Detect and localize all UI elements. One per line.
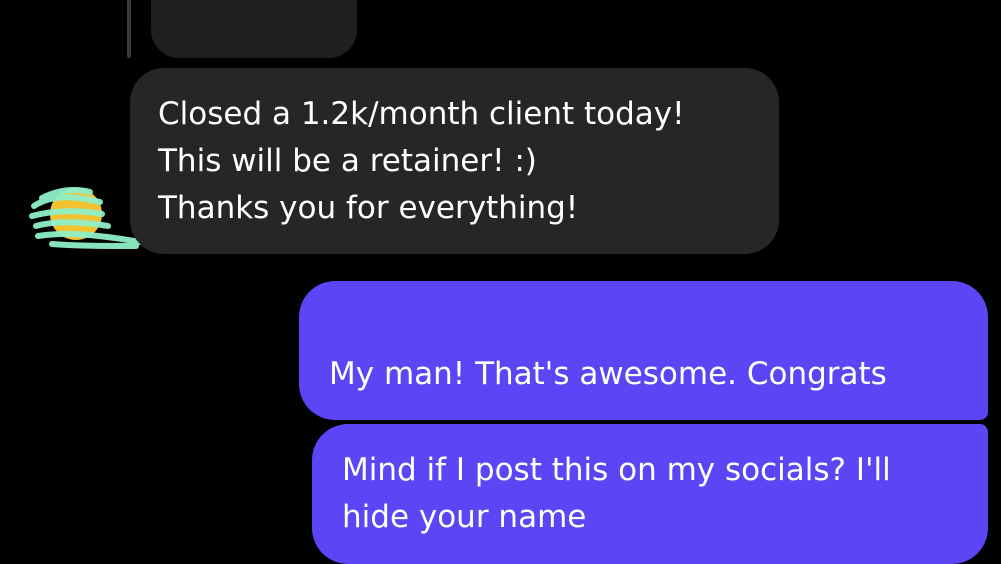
incoming-message-bubble[interactable]: Closed a 1.2k/month client today! This w…: [130, 68, 779, 254]
previous-message-bubble[interactable]: [151, 0, 357, 58]
outgoing-message-bubble[interactable]: Mind if I post this on my socials? I'll …: [312, 424, 988, 564]
sender-avatar[interactable]: [28, 184, 144, 252]
outgoing-message-bubble[interactable]: My man! That's awesome. Congrats: [299, 281, 988, 532]
reply-thread-line: [127, 0, 131, 58]
redacted-avatar-icon: [29, 187, 143, 249]
outgoing-message-text: My man! That's awesome. Congrats: [329, 356, 887, 392]
